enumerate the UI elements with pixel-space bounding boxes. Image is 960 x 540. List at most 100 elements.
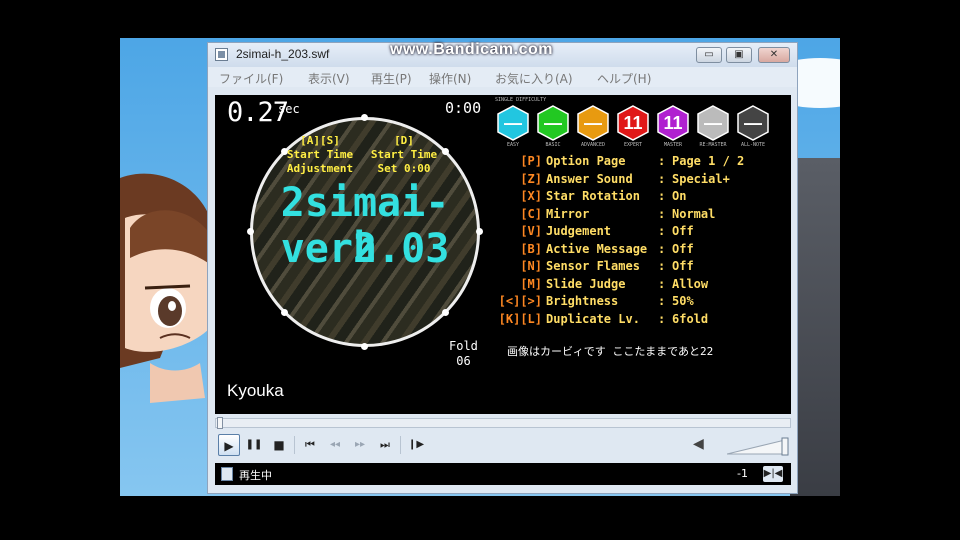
game-version: ver2.03 bbox=[280, 226, 450, 272]
option-name: Active Message bbox=[546, 241, 648, 256]
menu-bar: ファイル(F) 表示(V) 再生(P) 操作(N) お気に入り(A) ヘルプ(H… bbox=[208, 67, 797, 87]
game-screen[interactable]: 0.27 sec 0:00 [A][S] Start Time Adjustme… bbox=[215, 95, 791, 414]
option-key: [Z] bbox=[520, 171, 542, 186]
rewind-button[interactable]: ◂◂ bbox=[324, 434, 346, 456]
option-key: [C] bbox=[520, 206, 542, 221]
menu-favorites[interactable]: お気に入り(A) bbox=[495, 70, 573, 87]
player-controls: ▶ ❚❚ ■ ⏮ ◂◂ ▸▸ ⏭ ❙▶ ◀ bbox=[215, 433, 791, 459]
difficulty-label: ADVANCED bbox=[580, 142, 606, 148]
sensor-dot bbox=[247, 228, 254, 235]
option-colon: : bbox=[658, 224, 666, 238]
difficulty-level: — bbox=[584, 113, 602, 133]
option-name: Star Rotation bbox=[546, 189, 640, 203]
option-value: Off bbox=[672, 241, 694, 256]
fit-size-button[interactable]: ▶|◀ bbox=[763, 466, 783, 482]
minimize-button[interactable]: ▭ bbox=[696, 47, 722, 63]
difficulty-level: — bbox=[504, 113, 522, 133]
difficulty-level: 11 bbox=[623, 113, 643, 133]
option-value: Normal bbox=[672, 206, 716, 221]
maximize-button[interactable]: ▣ bbox=[726, 47, 752, 63]
player-name: Kyouka bbox=[227, 381, 284, 400]
option-name: Option Page bbox=[546, 154, 626, 168]
status-bar: 再生中 -1 ▶|◀ bbox=[215, 463, 791, 485]
option-row: [M] Slide Judge Allow: bbox=[496, 277, 788, 294]
difficulty-caption: SINGLE DIFFICULTY bbox=[495, 97, 547, 103]
window-titlebar[interactable]: 2simai-h_203.swf www.Bandicam.com ▭ ▣ ✕ bbox=[208, 41, 797, 67]
option-name: Slide Judge bbox=[546, 276, 626, 291]
difficulty-label: RE:MASTER bbox=[699, 142, 727, 148]
option-name: Answer Sound bbox=[546, 171, 633, 186]
previous-button[interactable]: ⏮ bbox=[299, 434, 321, 456]
stop-button[interactable]: ■ bbox=[268, 434, 290, 456]
separator bbox=[294, 436, 295, 454]
menu-file[interactable]: ファイル(F) bbox=[219, 70, 283, 87]
option-colon: : bbox=[658, 276, 666, 291]
menu-help[interactable]: ヘルプ(H) bbox=[597, 70, 651, 87]
option-key: [<][>] bbox=[498, 294, 542, 308]
fold-value: 06 bbox=[456, 354, 471, 368]
app-icon bbox=[215, 48, 228, 61]
option-value: Special+ bbox=[672, 171, 730, 186]
adjust-label-left-1: Start Time bbox=[286, 148, 354, 161]
option-value: 6fold bbox=[672, 311, 709, 326]
menu-view[interactable]: 表示(V) bbox=[308, 70, 350, 87]
option-row: [N] Sensor Flames Off: bbox=[496, 259, 788, 276]
pause-button[interactable]: ❚❚ bbox=[243, 434, 265, 456]
option-value: Allow bbox=[672, 276, 709, 291]
difficulty-1[interactable]: — EASY bbox=[495, 105, 531, 148]
adjust-label-right-2: Set 0:00 bbox=[377, 162, 431, 175]
fast-forward-button[interactable]: ▸▸ bbox=[349, 434, 371, 456]
option-key: [M] bbox=[520, 276, 542, 291]
option-key: [K][L] bbox=[498, 311, 542, 326]
option-name: Sensor Flames bbox=[546, 259, 640, 273]
sensor-dot bbox=[361, 114, 368, 121]
option-key: [X] bbox=[520, 189, 542, 203]
menu-control[interactable]: 操作(N) bbox=[429, 70, 471, 87]
difficulty-level: — bbox=[704, 113, 722, 133]
play-button[interactable]: ▶ bbox=[218, 434, 240, 456]
next-button[interactable]: ⏭ bbox=[374, 434, 396, 456]
difficulty-label: MASTER bbox=[663, 142, 683, 148]
option-colon: : bbox=[658, 294, 666, 308]
difficulty-label: EASY bbox=[506, 142, 520, 148]
option-row: [K][L] Duplicate Lv. 6fold: bbox=[496, 312, 788, 329]
option-value: Off bbox=[672, 224, 694, 238]
sensor-dot bbox=[281, 309, 288, 316]
difficulty-5[interactable]: 11 MASTER bbox=[655, 105, 691, 148]
seek-thumb[interactable] bbox=[217, 417, 223, 429]
difficulty-3[interactable]: — ADVANCED bbox=[575, 105, 611, 148]
option-colon: : bbox=[658, 241, 666, 256]
option-key: [N] bbox=[520, 259, 542, 273]
difficulty-7[interactable]: — ALL-NOTE bbox=[735, 105, 771, 148]
sensor-dot bbox=[476, 228, 483, 235]
adjust-key-right: [D] bbox=[394, 134, 414, 147]
document-icon bbox=[221, 467, 233, 481]
option-key: [V] bbox=[520, 224, 542, 238]
difficulty-6[interactable]: — RE:MASTER bbox=[695, 105, 731, 148]
adjust-label-right-1: Start Time bbox=[370, 148, 438, 161]
menu-play[interactable]: 再生(P) bbox=[371, 70, 412, 87]
volume-slider[interactable] bbox=[727, 436, 789, 456]
option-colon: : bbox=[658, 171, 666, 186]
letterbox-bottom bbox=[120, 496, 840, 540]
option-row: [Z] Answer Sound Special+: bbox=[496, 172, 788, 189]
frame-step-button[interactable]: ❙▶ bbox=[405, 434, 427, 456]
adjust-label-left-2: Adjustment bbox=[286, 162, 354, 175]
difficulty-4[interactable]: 11 EXPERT bbox=[615, 105, 651, 148]
fold-indicator: Fold 06 bbox=[449, 339, 478, 369]
option-name: Judgement bbox=[546, 224, 612, 238]
option-value: Off bbox=[672, 259, 694, 273]
difficulty-label: EXPERT bbox=[623, 142, 643, 148]
difficulty-level: — bbox=[544, 113, 562, 133]
option-row: [P] Option Page Page 1 / 2: bbox=[496, 154, 788, 171]
difficulty-2[interactable]: — BASIC bbox=[535, 105, 571, 148]
seek-bar[interactable] bbox=[215, 417, 791, 429]
fold-label: Fold bbox=[449, 339, 478, 353]
option-row: [X] Star Rotation On: bbox=[496, 189, 788, 206]
window-title: 2simai-h_203.swf bbox=[236, 47, 330, 61]
volume-icon[interactable]: ◀ bbox=[693, 436, 711, 454]
anime-character-image bbox=[120, 173, 215, 403]
option-key: [B] bbox=[520, 241, 542, 256]
video-frame: 2simai-h_203.swf www.Bandicam.com ▭ ▣ ✕ … bbox=[120, 0, 840, 540]
close-button[interactable]: ✕ bbox=[758, 47, 790, 63]
